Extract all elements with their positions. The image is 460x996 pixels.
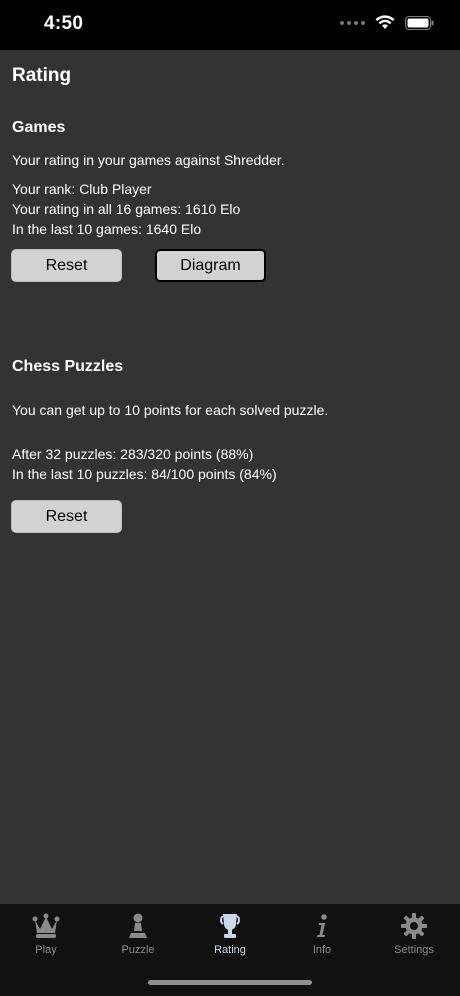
- tab-settings[interactable]: Settings: [368, 910, 460, 970]
- battery-icon: [405, 15, 434, 30]
- home-indicator: [148, 980, 312, 985]
- games-reset-button[interactable]: Reset: [11, 249, 122, 282]
- crown-icon: [31, 910, 61, 942]
- page-title: Rating: [12, 65, 72, 86]
- games-description: Your rating in your games against Shredd…: [12, 152, 285, 168]
- tab-puzzle[interactable]: Puzzle: [92, 910, 184, 970]
- trophy-icon: [215, 910, 245, 942]
- pawn-icon: [125, 910, 151, 942]
- rating-screen: Rating Games Your rating in your games a…: [0, 50, 460, 904]
- puzzles-description: You can get up to 10 points for each sol…: [12, 402, 329, 418]
- tab-puzzle-label: Puzzle: [121, 944, 155, 956]
- puzzles-after: After 32 puzzles: 283/320 points (88%): [12, 446, 254, 462]
- tab-play-label: Play: [35, 944, 57, 956]
- tab-rating-label: Rating: [214, 944, 246, 956]
- tab-rating[interactable]: Rating: [184, 910, 276, 970]
- status-icons: [340, 15, 434, 30]
- tab-settings-label: Settings: [394, 944, 434, 956]
- diagram-button[interactable]: Diagram: [155, 249, 266, 282]
- signal-icon: [340, 20, 365, 25]
- tab-info[interactable]: Info: [276, 910, 368, 970]
- info-icon: [312, 910, 332, 942]
- games-rating-all: Your rating in all 16 games: 1610 Elo: [12, 201, 241, 217]
- puzzles-reset-button[interactable]: Reset: [11, 500, 122, 533]
- tab-play[interactable]: Play: [0, 910, 92, 970]
- games-section-title: Games: [12, 119, 66, 136]
- gear-icon: [400, 910, 428, 942]
- puzzles-last: In the last 10 puzzles: 84/100 points (8…: [12, 466, 277, 482]
- games-rating-last: In the last 10 games: 1640 Elo: [12, 221, 202, 237]
- puzzles-section-title: Chess Puzzles: [12, 358, 124, 375]
- status-bar: 4:50: [0, 0, 460, 50]
- status-time: 4:50: [44, 13, 84, 34]
- tab-info-label: Info: [312, 944, 332, 956]
- wifi-icon: [375, 15, 395, 29]
- games-rank: Your rank: Club Player: [12, 181, 152, 197]
